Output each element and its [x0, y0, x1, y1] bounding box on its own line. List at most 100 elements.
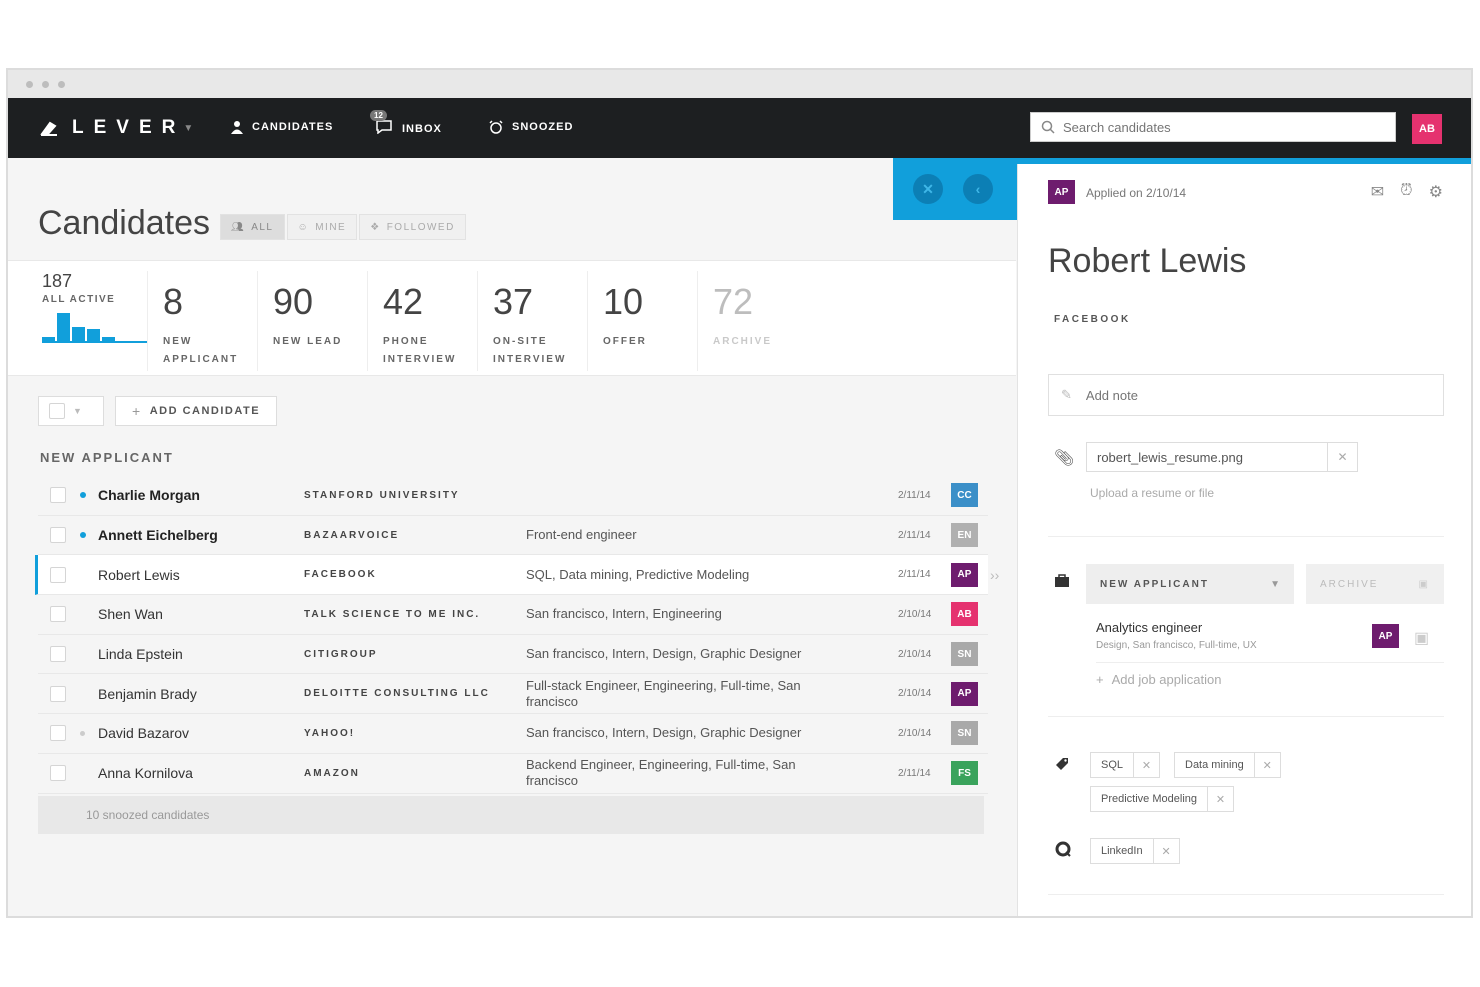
remove-tag-icon[interactable]: ✕ [1207, 787, 1233, 811]
remove-tag-icon[interactable]: ✕ [1253, 753, 1280, 777]
candidate-name[interactable]: Anna Kornilova [98, 765, 193, 781]
nav-snoozed-label: SNOOZED [512, 121, 574, 133]
stat-value: 8 [163, 281, 184, 322]
row-checkbox[interactable] [50, 566, 66, 583]
stat-all-active[interactable]: 187 ALL ACTIVE [42, 271, 148, 371]
link-tag[interactable]: LinkedIn ✕ [1090, 838, 1180, 864]
table-row[interactable]: David Bazarov YAHOO! San francisco, Inte… [38, 714, 988, 754]
candidate-date: 2/11/14 [898, 767, 931, 779]
chevron-down-icon: ▼ [1270, 578, 1282, 590]
upload-link[interactable]: Upload a resume or file [1090, 486, 1214, 500]
filter-followed[interactable]: ❖ FOLLOWED [359, 214, 466, 240]
stat-label-line: ARCHIVE [713, 336, 773, 347]
remove-file-icon[interactable]: ✕ [1327, 443, 1357, 471]
select-all-dropdown[interactable]: ▼ [38, 396, 104, 426]
search-bar[interactable] [1030, 112, 1396, 142]
remove-link-icon[interactable]: ✕ [1152, 839, 1179, 863]
stage-dropdown[interactable]: NEW APPLICANT ▼ [1086, 564, 1294, 604]
candidate-date: 2/10/14 [898, 608, 932, 620]
candidate-org: BAZAARVOICE [304, 529, 400, 541]
mini-bar [42, 337, 55, 341]
candidate-name[interactable]: David Bazarov [98, 725, 189, 741]
snoozed-candidates-link[interactable]: 10 snoozed candidates [38, 796, 984, 834]
tag-icon: ❖ [370, 221, 381, 233]
stat-phone-interview[interactable]: 42 PHONE INTERVIEW [383, 271, 478, 371]
search-input[interactable] [1063, 119, 1363, 135]
stat-new-applicant[interactable]: 8 NEW APPLICANT [163, 271, 258, 371]
candidate-name[interactable]: Benjamin Brady [98, 686, 197, 702]
table-row-selected[interactable]: Robert Lewis FACEBOOK SQL, Data mining, … [35, 555, 999, 596]
table-row[interactable]: Linda Epstein CITIGROUP San francisco, I… [38, 635, 988, 675]
candidate-name[interactable]: Annett Eichelberg [98, 527, 218, 543]
stat-new-lead[interactable]: 90 NEW LEAD [273, 271, 368, 371]
row-checkbox[interactable] [50, 487, 66, 504]
stat-onsite-interview[interactable]: 37 ON-SITE INTERVIEW [493, 271, 588, 371]
nav-candidates[interactable]: CANDIDATES [230, 120, 333, 134]
stat-label: ON-SITE INTERVIEW [493, 333, 587, 369]
skill-tag[interactable]: Predictive Modeling ✕ [1090, 786, 1234, 812]
stat-label-line: OFFER [603, 336, 647, 347]
divider [1096, 662, 1444, 663]
table-row[interactable]: Charlie Morgan STANFORD UNIVERSITY 2/11/… [38, 476, 988, 516]
stat-label-line: NEW LEAD [273, 336, 343, 347]
nav-inbox[interactable]: 12 INBOX [370, 110, 442, 137]
section-heading: NEW APPLICANT [40, 450, 174, 465]
mail-icon[interactable]: ✉ [1371, 182, 1384, 202]
table-row[interactable]: Benjamin Brady DELOITTE CONSULTING LLC F… [38, 674, 988, 715]
skill-tag[interactable]: Data mining ✕ [1174, 752, 1281, 778]
filter-followed-label: FOLLOWED [386, 221, 455, 233]
alarm-icon[interactable]: ⏰︎ [1400, 182, 1412, 202]
candidate-name[interactable]: Shen Wan [98, 606, 163, 622]
window-dot[interactable] [58, 81, 65, 88]
window-dot[interactable] [26, 81, 33, 88]
candidate-name[interactable]: Robert Lewis [98, 567, 180, 583]
filter-all-label: ALL [251, 221, 274, 233]
new-indicator [80, 492, 86, 499]
add-candidate-button[interactable]: + ADD CANDIDATE [115, 396, 278, 426]
stat-offer[interactable]: 10 OFFER [603, 271, 698, 371]
archive-icon[interactable]: ▣ [1414, 628, 1429, 648]
add-job-application-link[interactable]: + Add job application [1096, 672, 1221, 687]
lever-logo[interactable]: LEVER ▼ [40, 117, 193, 139]
candidate-profile-panel: AP Applied on 2/10/14 ✉ ⏰︎ ⚙︎ Robert Lew… [1017, 164, 1471, 916]
add-note-field[interactable]: ✎ [1048, 374, 1444, 416]
stat-label-line: PHONE [383, 336, 429, 347]
select-all-checkbox[interactable] [49, 403, 65, 419]
link-label: LinkedIn [1101, 845, 1143, 857]
chat-icon: 12 [370, 110, 402, 137]
resume-file-chip[interactable]: robert_lewis_resume.png ✕ [1086, 442, 1358, 472]
resume-file-name[interactable]: robert_lewis_resume.png [1087, 450, 1327, 465]
candidate-date: 2/10/14 [898, 648, 932, 660]
candidate-org: FACEBOOK [1054, 314, 1131, 325]
owner-avatar: EN [951, 523, 978, 548]
candidate-name[interactable]: Linda Epstein [98, 646, 183, 662]
row-checkbox[interactable] [50, 725, 66, 742]
archive-button[interactable]: ARCHIVE ▣ [1306, 564, 1444, 604]
chevron-down-icon[interactable]: ▼ [183, 123, 193, 134]
filter-mine[interactable]: ☺ MINE [286, 214, 358, 240]
row-checkbox[interactable] [50, 527, 66, 544]
filter-all[interactable]: 👥︎ ALL [220, 214, 285, 240]
row-checkbox[interactable] [50, 646, 66, 663]
user-avatar[interactable]: AB [1412, 114, 1442, 144]
stat-label: PHONE INTERVIEW [383, 333, 477, 369]
row-checkbox[interactable] [50, 685, 66, 702]
stat-archive[interactable]: 72 ARCHIVE [713, 271, 808, 371]
candidate-name[interactable]: Charlie Morgan [98, 487, 200, 503]
row-checkbox[interactable] [50, 606, 66, 623]
archive-label: ARCHIVE [1320, 578, 1379, 590]
table-row[interactable]: Annett Eichelberg BAZAARVOICE Front-end … [38, 516, 988, 556]
remove-tag-icon[interactable]: ✕ [1133, 753, 1159, 777]
table-row[interactable]: Shen Wan TALK SCIENCE TO ME INC. San fra… [38, 595, 988, 635]
table-row[interactable]: Anna Kornilova AMAZON Backend Engineer, … [38, 754, 988, 794]
job-title[interactable]: Analytics engineer [1096, 620, 1202, 635]
candidate-org: DELOITTE CONSULTING LLC [304, 688, 490, 700]
skill-tag[interactable]: SQL ✕ [1090, 752, 1161, 778]
person-icon [231, 121, 243, 134]
add-job-label: Add job application [1111, 672, 1222, 687]
note-input[interactable] [1085, 387, 1406, 403]
nav-snoozed[interactable]: SNOOZED [488, 120, 573, 134]
window-dot[interactable] [42, 81, 49, 88]
row-checkbox[interactable] [50, 765, 66, 782]
gear-icon[interactable]: ⚙︎ [1429, 182, 1443, 202]
